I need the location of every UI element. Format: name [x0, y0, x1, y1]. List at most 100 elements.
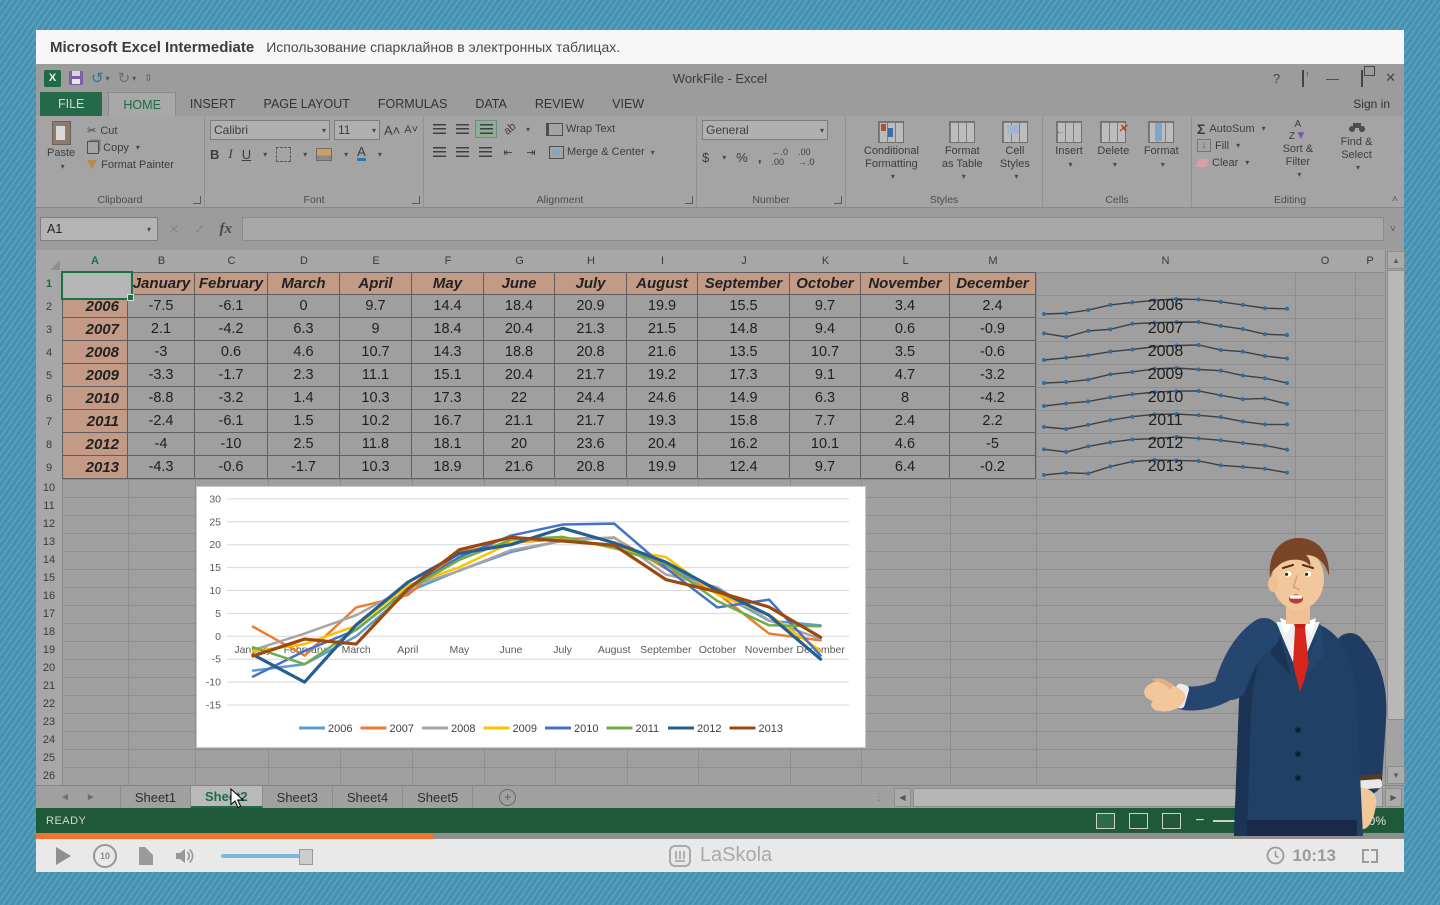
increase-indent-icon[interactable]: ⇥	[521, 144, 541, 160]
decrease-indent-icon[interactable]: ⇤	[498, 144, 518, 160]
find-select-button[interactable]: Find & Select▾	[1330, 120, 1383, 180]
value-cell-2006-september[interactable]: 15.5	[698, 295, 790, 318]
column-header-M[interactable]: M	[950, 250, 1037, 273]
value-cell-2012-february[interactable]: -10	[195, 433, 268, 456]
value-cell-2013-september[interactable]: 12.4	[698, 456, 790, 479]
value-cell-2010-april[interactable]: 10.3	[340, 387, 412, 410]
year-cell-2007[interactable]: 2007	[62, 318, 128, 341]
month-header-september[interactable]: September	[698, 272, 790, 295]
decrease-decimal-icon[interactable]: .00→.0	[798, 147, 815, 167]
value-cell-2012-april[interactable]: 11.8	[340, 433, 412, 456]
format-cells-button[interactable]: Format▾	[1138, 120, 1185, 170]
row-header-20[interactable]: 20	[36, 659, 63, 678]
value-cell-2009-october[interactable]: 9.1	[790, 364, 861, 387]
undo-icon[interactable]: ↺▾	[91, 69, 110, 87]
align-right-icon[interactable]	[475, 144, 495, 160]
underline-button[interactable]: U	[242, 147, 251, 162]
merge-center-button[interactable]: Merge & Center	[567, 146, 645, 158]
value-cell-2011-may[interactable]: 16.7	[412, 410, 484, 433]
value-cell-2012-march[interactable]: 2.5	[268, 433, 340, 456]
row-header-12[interactable]: 12	[36, 515, 63, 534]
scroll-left-icon[interactable]: ◀	[894, 788, 911, 807]
row-header-26[interactable]: 26	[36, 767, 63, 785]
tab-insert[interactable]: INSERT	[176, 92, 250, 116]
value-cell-2006-march[interactable]: 0	[268, 295, 340, 318]
row-header-6[interactable]: 6	[36, 387, 63, 411]
clear-button[interactable]: Clear▾	[1197, 154, 1266, 171]
value-cell-2010-march[interactable]: 1.4	[268, 387, 340, 410]
column-header-I[interactable]: I	[627, 250, 699, 273]
customize-qat-icon[interactable]: ⇳	[144, 73, 152, 84]
align-center-icon[interactable]	[452, 144, 472, 160]
value-cell-2008-october[interactable]: 10.7	[790, 341, 861, 364]
value-cell-2008-february[interactable]: 0.6	[195, 341, 268, 364]
month-header-june[interactable]: June	[484, 272, 555, 295]
align-middle-icon[interactable]	[452, 121, 472, 137]
number-dialog-launcher[interactable]	[834, 196, 842, 204]
tab-page-layout[interactable]: PAGE LAYOUT	[250, 92, 364, 116]
column-header-G[interactable]: G	[484, 250, 556, 273]
shrink-font-icon[interactable]: A˅	[404, 124, 418, 136]
cell-styles-button[interactable]: Cell Styles▾	[993, 120, 1037, 182]
value-cell-2010-july[interactable]: 24.4	[555, 387, 627, 410]
value-cell-2009-september[interactable]: 17.3	[698, 364, 790, 387]
column-header-O[interactable]: O	[1295, 250, 1356, 273]
copy-button[interactable]: Copy▾	[87, 139, 174, 156]
tab-data[interactable]: DATA	[461, 92, 520, 116]
value-cell-2013-december[interactable]: -0.2	[950, 456, 1036, 479]
value-cell-2012-september[interactable]: 16.2	[698, 433, 790, 456]
value-cell-2011-november[interactable]: 2.4	[861, 410, 950, 433]
value-cell-2006-january[interactable]: -7.5	[128, 295, 195, 318]
value-cell-2007-january[interactable]: 2.1	[128, 318, 195, 341]
column-header-B[interactable]: B	[128, 250, 196, 273]
value-cell-2007-april[interactable]: 9	[340, 318, 412, 341]
value-cell-2010-february[interactable]: -3.2	[195, 387, 268, 410]
sign-in[interactable]: Sign in	[1353, 92, 1404, 116]
row-header-11[interactable]: 11	[36, 497, 63, 516]
next-sheet-icon[interactable]: ►	[86, 792, 96, 803]
formula-input[interactable]	[242, 217, 1384, 241]
comma-style-icon[interactable]: ,	[758, 150, 762, 165]
value-cell-2008-january[interactable]: -3	[128, 341, 195, 364]
percent-style-icon[interactable]: %	[736, 150, 748, 165]
month-header-october[interactable]: October	[790, 272, 861, 295]
tab-formulas[interactable]: FORMULAS	[364, 92, 461, 116]
font-name-select[interactable]: Calibri▾	[210, 120, 330, 140]
value-cell-2006-july[interactable]: 20.9	[555, 295, 627, 318]
row-header-22[interactable]: 22	[36, 695, 63, 714]
row-header-25[interactable]: 25	[36, 749, 63, 768]
enter-icon[interactable]: ✓	[194, 221, 206, 238]
value-cell-2012-july[interactable]: 23.6	[555, 433, 627, 456]
value-cell-2011-january[interactable]: -2.4	[128, 410, 195, 433]
value-cell-2008-june[interactable]: 18.8	[484, 341, 555, 364]
select-all-corner[interactable]	[36, 250, 63, 273]
value-cell-2011-february[interactable]: -6.1	[195, 410, 268, 433]
value-cell-2011-march[interactable]: 1.5	[268, 410, 340, 433]
insert-cells-button[interactable]: ← Insert▾	[1049, 120, 1089, 170]
fullscreen-icon[interactable]	[1362, 849, 1378, 863]
sheet-tab-sheet1[interactable]: Sheet1	[120, 786, 191, 808]
format-painter-button[interactable]: Format Painter	[87, 156, 174, 173]
value-cell-2012-november[interactable]: 4.6	[861, 433, 950, 456]
value-cell-2013-may[interactable]: 18.9	[412, 456, 484, 479]
tab-home[interactable]: HOME	[108, 92, 176, 116]
align-left-icon[interactable]	[429, 144, 449, 160]
value-cell-2012-august[interactable]: 20.4	[627, 433, 698, 456]
year-cell-2008[interactable]: 2008	[62, 341, 128, 364]
column-header-P[interactable]: P	[1355, 250, 1385, 273]
column-header-K[interactable]: K	[790, 250, 862, 273]
tab-view[interactable]: VIEW	[598, 92, 658, 116]
orientation-icon[interactable]: ab	[497, 116, 523, 141]
value-cell-2008-november[interactable]: 3.5	[861, 341, 950, 364]
value-cell-2010-november[interactable]: 8	[861, 387, 950, 410]
month-header-may[interactable]: May	[412, 272, 484, 295]
row-header-19[interactable]: 19	[36, 641, 63, 660]
month-header-april[interactable]: April	[340, 272, 412, 295]
value-cell-2009-june[interactable]: 20.4	[484, 364, 555, 387]
column-header-N[interactable]: N	[1036, 250, 1296, 273]
month-header-february[interactable]: February	[195, 272, 268, 295]
month-header-august[interactable]: August	[627, 272, 698, 295]
restore-icon[interactable]	[1361, 71, 1363, 86]
column-header-J[interactable]: J	[698, 250, 791, 273]
ribbon-options-icon[interactable]	[1302, 71, 1304, 86]
